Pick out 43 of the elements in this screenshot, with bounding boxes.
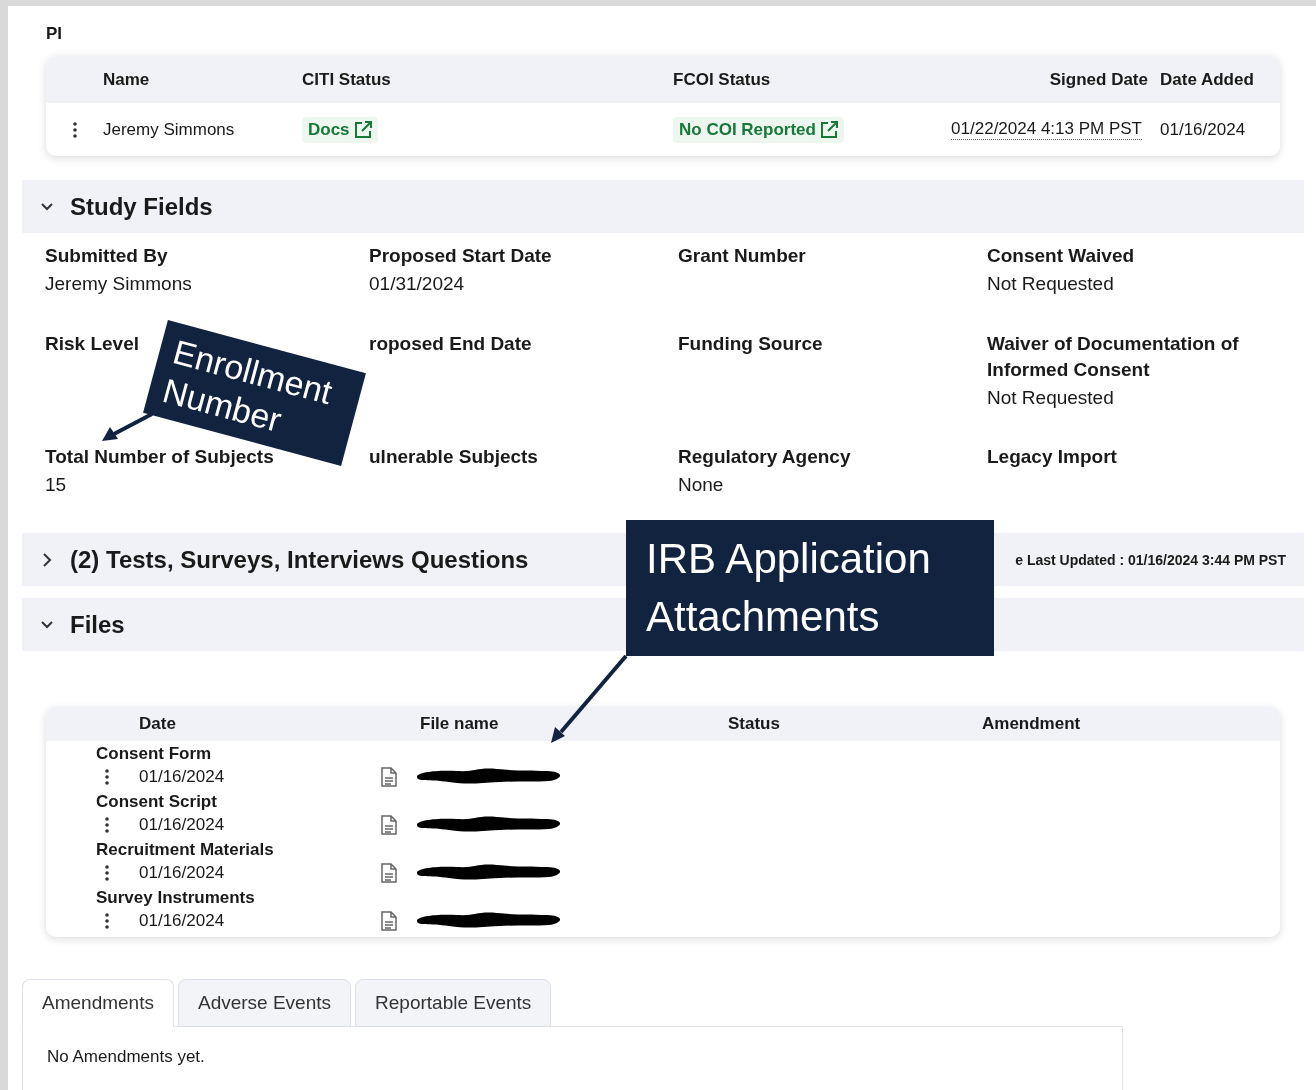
field-label: Regulatory Agency	[678, 445, 852, 470]
field-value: Jeremy Simmons	[45, 273, 193, 295]
column-header: Amendment	[982, 714, 1082, 734]
field-label: ulnerable Subjects	[369, 445, 539, 470]
last-updated-text: e Last Updated : 01/16/2024 3:44 PM PST	[1015, 551, 1286, 568]
table-cell-text: 01/16/2024	[1160, 119, 1247, 140]
field-label: Submitted By	[45, 244, 169, 268]
field-label: Waiver of Documentation of Informed Consent	[987, 331, 1240, 382]
file-category: Survey Instruments	[95, 887, 256, 909]
column-header: File name	[420, 714, 500, 734]
table-cell-text: 01/16/2024	[139, 911, 226, 931]
annotation-tooltip: IRB Application Attachments	[626, 520, 994, 656]
field-label: Proposed Start Date	[369, 244, 553, 268]
file-category: Consent Form	[95, 743, 213, 765]
column-header: Date Added	[1160, 69, 1255, 90]
field-label: Legacy Import	[987, 445, 1118, 470]
field-value: Not Requested	[987, 273, 1115, 295]
file-category: Recruitment Materials	[95, 839, 275, 861]
table-cell: 01/22/2024 4:13 PM PST	[951, 119, 1142, 140]
empty-message: No Amendments yet.	[47, 1047, 205, 1066]
column-header: Name	[103, 69, 151, 90]
table-cell-text: 01/16/2024	[139, 863, 226, 883]
column-header: CITI Status	[302, 69, 392, 90]
column-header: Date	[139, 714, 177, 734]
field-value: 15	[45, 474, 68, 497]
field-label: roposed End Date	[369, 331, 533, 356]
section-title: Study Fields	[70, 192, 213, 221]
field-label: Grant Number	[678, 244, 807, 268]
field-label: Consent Waived	[987, 244, 1136, 268]
field-value: Not Requested	[987, 386, 1115, 409]
column-header: FCOI Status	[673, 69, 772, 90]
section-title: PI	[46, 24, 64, 44]
table-cell-text: Jeremy Simmons	[103, 119, 236, 140]
column-header: Status	[728, 714, 781, 734]
section-title: Files	[70, 610, 125, 639]
field-value: 01/31/2024	[369, 273, 466, 295]
field-label: Funding Source	[678, 331, 824, 356]
section-title: (2) Tests, Surveys, Interviews Questions	[70, 545, 529, 574]
column-header: Signed Date	[1048, 69, 1149, 90]
table-cell-text: 01/16/2024	[139, 767, 226, 787]
table-cell-text: 01/16/2024	[139, 815, 226, 835]
field-value: None	[678, 474, 725, 497]
file-category: Consent Script	[95, 791, 218, 813]
